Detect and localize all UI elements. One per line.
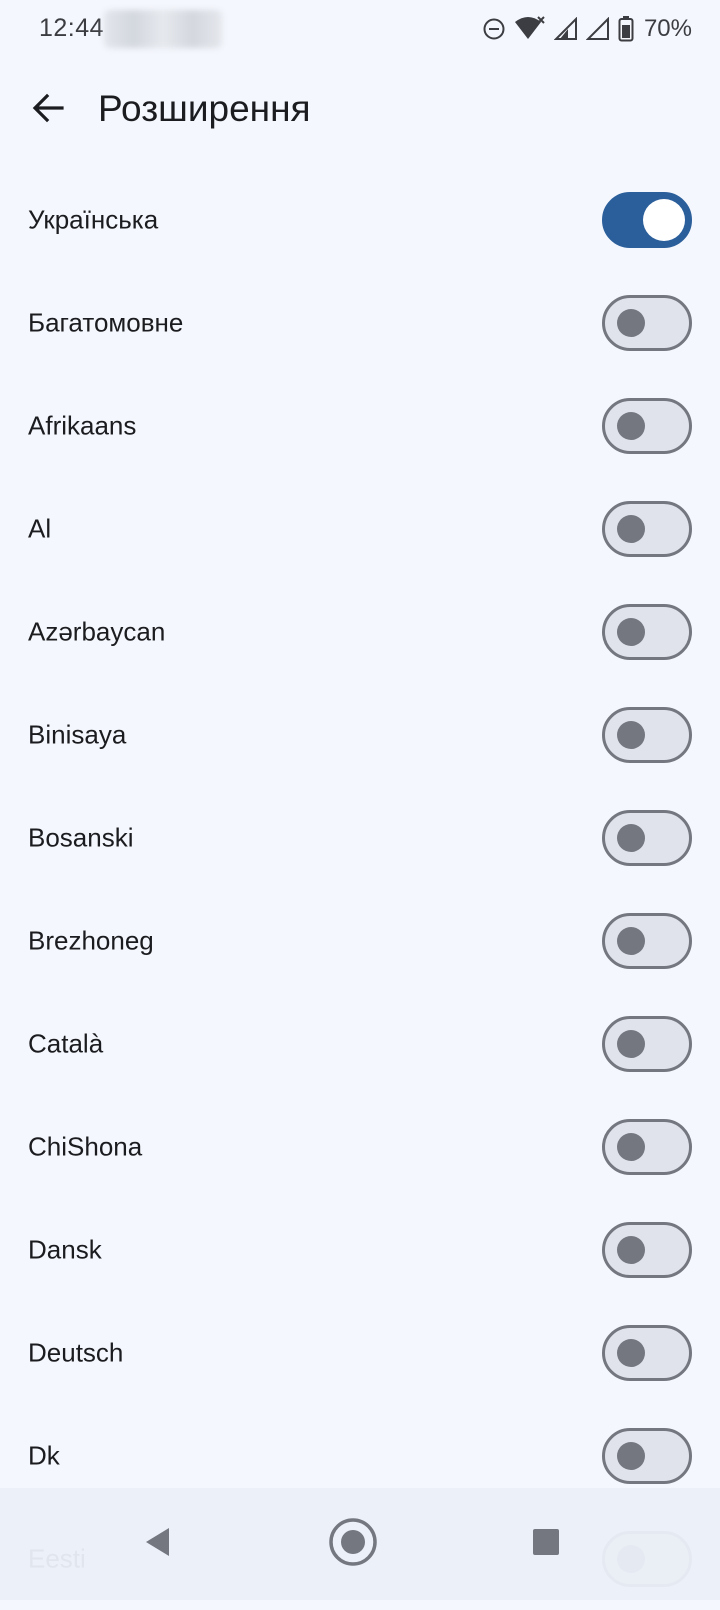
battery-percentage: 70% [643,15,692,42]
extension-toggle[interactable] [602,1324,692,1381]
extension-toggle[interactable] [602,191,692,248]
back-button[interactable] [20,82,76,138]
extension-toggle[interactable] [602,912,692,969]
status-time: 12:44 [39,14,105,42]
extension-row[interactable]: Azərbaycan [0,580,720,683]
extension-row[interactable]: Català [0,992,720,1095]
toggle-thumb [617,514,645,543]
toggle-thumb [617,1235,645,1264]
extensions-list: Українська Багатомовне Afrikaans Al Azərbayc… [0,168,720,1610]
do-not-disturb-icon [482,17,506,41]
extension-toggle[interactable] [602,1015,692,1072]
signal-icon [585,17,610,41]
extension-row[interactable]: Al [0,477,720,580]
extension-toggle[interactable] [602,1118,692,1175]
toggle-thumb [617,1029,645,1058]
toggle-thumb [617,823,645,852]
arrow-left-icon [31,91,65,130]
extension-toggle[interactable] [602,809,692,866]
wifi-icon [514,16,546,42]
extension-label: Bosanski [28,822,134,852]
extension-row[interactable]: Deutsch [0,1301,720,1404]
toggle-thumb [617,720,645,749]
status-notification-area [104,10,222,48]
extension-label: Dansk [28,1234,102,1264]
app-bar: Розширення [0,62,720,158]
extension-row[interactable]: Українська [0,168,720,271]
signal-icon [553,17,578,41]
page-title: Розширення [98,88,311,129]
extension-toggle[interactable] [602,1427,692,1484]
extension-row[interactable]: ChiShona [0,1095,720,1198]
toggle-thumb [643,198,685,241]
extension-toggle[interactable] [602,603,692,660]
extension-label: Dk [28,1440,60,1470]
extension-label: Al [28,513,52,543]
extension-label: Українська [28,204,159,234]
toggle-thumb [617,1441,645,1470]
extension-row[interactable]: Afrikaans [0,374,720,477]
status-bar: 12:44 70% [0,0,720,60]
nav-home-button[interactable] [315,1506,391,1582]
toggle-thumb [617,1338,645,1367]
extension-toggle[interactable] [602,500,692,557]
nav-back-button[interactable] [120,1506,196,1582]
extension-row[interactable]: Bosanski [0,786,720,889]
extension-toggle[interactable] [602,1221,692,1278]
extension-row[interactable]: Dansk [0,1198,720,1301]
extension-label: Багатомовне [28,307,184,337]
extension-label: Azərbaycan [28,616,166,646]
extension-label: Binisaya [28,719,127,749]
extension-row[interactable]: Binisaya [0,683,720,786]
extension-toggle[interactable] [602,397,692,454]
toggle-thumb [617,926,645,955]
extension-row[interactable]: Brezhoneg [0,889,720,992]
nav-home-icon [328,1517,378,1572]
extension-row[interactable]: Багатомовне [0,271,720,374]
battery-icon [618,16,634,42]
extension-label: ChiShona [28,1131,143,1161]
extension-label: Català [28,1028,104,1058]
nav-recents-button[interactable] [508,1506,584,1582]
extension-label: Afrikaans [28,410,137,440]
extension-toggle[interactable] [602,706,692,763]
nav-recents-icon [532,1528,560,1561]
toggle-thumb [617,617,645,646]
nav-back-icon [143,1526,173,1563]
status-icons: 70% [482,12,692,46]
toggle-thumb [617,1132,645,1161]
toggle-thumb [617,411,645,440]
extension-toggle[interactable] [602,294,692,351]
extension-label: Brezhoneg [28,925,154,955]
toggle-thumb [617,308,645,337]
extension-label: Deutsch [28,1337,124,1367]
navigation-bar [0,1488,720,1600]
